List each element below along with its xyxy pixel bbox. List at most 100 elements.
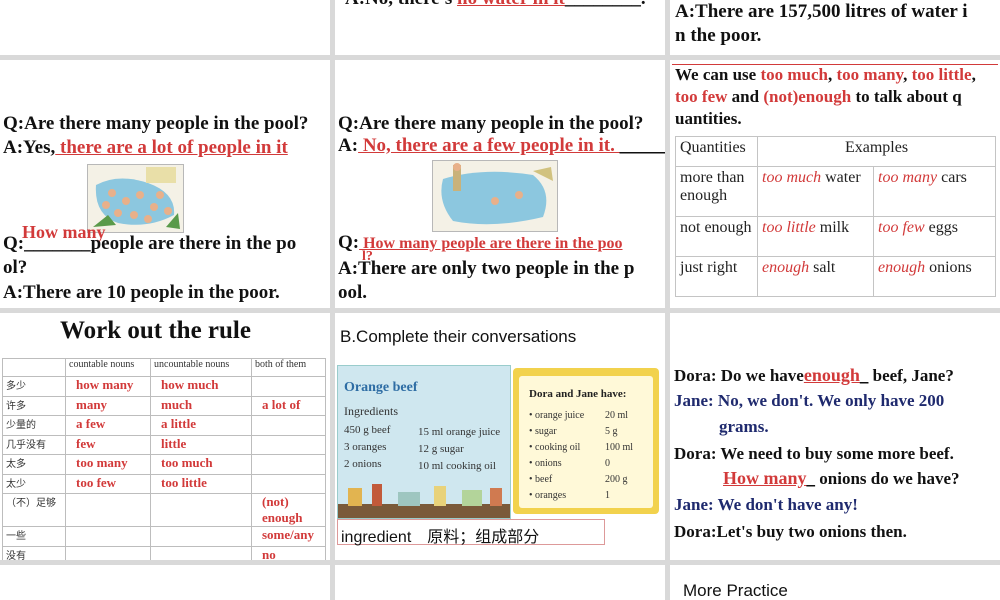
slide3-intro-line2: too few and (not)enough to talk about q <box>675 87 962 107</box>
have-item: • sugar 5 g <box>529 426 639 437</box>
intro-segment: too few <box>675 87 728 106</box>
rule-row: 太少 too few too little <box>2 473 326 494</box>
intro-segment: too little <box>911 65 972 84</box>
have-item: • onions 0 <box>529 458 639 469</box>
top-left-panel <box>0 0 330 55</box>
intro-segment: , <box>828 65 837 84</box>
have-item-qty: 200 g <box>605 474 628 485</box>
both-answer: some/any <box>251 526 326 547</box>
have-item-qty: 100 ml <box>605 442 634 453</box>
recipe-ingredient: 3 oranges <box>344 441 387 453</box>
examples-header: Examples <box>757 136 996 167</box>
example-cell: too many cars <box>873 166 996 217</box>
countable-answer <box>65 493 151 527</box>
slide-pool-many: Q:Are there many people in the pool? A:Y… <box>0 60 330 308</box>
slide1-question: Q:Are there many people in the pool? <box>3 113 309 134</box>
intro-segment: too many <box>836 65 904 84</box>
rule-header <box>2 358 66 377</box>
uncountable-answer: little <box>150 434 252 455</box>
rule-label: 没有 <box>2 545 66 560</box>
have-item-qty: 1 <box>605 490 610 501</box>
slide2-question: Q:Are there many people in the pool? <box>338 113 644 134</box>
recipe-title: Orange beef <box>344 380 418 395</box>
rule-row: （不）足够 (not) enough <box>2 493 326 527</box>
example-cell: too little milk <box>757 216 874 257</box>
intro-segment: We can use <box>675 65 761 84</box>
rule-header: uncountable nouns <box>150 358 252 377</box>
have-item-qty: 5 g <box>605 426 618 437</box>
dialogue-line1: Dora: Do we haveenough_ beef, Jane? <box>674 365 954 385</box>
have-item-name: • orange juice <box>529 410 585 421</box>
have-item-name: • onions <box>529 458 562 469</box>
intro-segment: and <box>727 87 764 106</box>
quantity-label: just right <box>675 256 758 297</box>
recipe-card: Orange beef Ingredients 450 g beef 3 oran… <box>337 365 511 519</box>
have-item-name: • sugar <box>529 426 557 437</box>
intro-segment: , <box>903 65 912 84</box>
countable-answer: how many <box>65 376 151 397</box>
countable-answer: too few <box>65 473 151 494</box>
recipe-ingredient: 15 ml orange juice <box>418 426 501 438</box>
bottom-left-panel <box>0 565 330 600</box>
both-answer <box>251 473 326 494</box>
quantities-table: Quantities Examples more than enough too… <box>675 136 996 297</box>
rule-row: 没有 no <box>2 545 326 560</box>
rule-row: 几乎没有 few little <box>2 434 326 455</box>
slide2-question2: Q: How many people are there in the poo <box>338 232 623 253</box>
both-answer <box>251 454 326 475</box>
uncountable-answer: much <box>150 395 252 416</box>
intro-segment: too much <box>760 65 829 84</box>
example-cell: enough onions <box>873 256 996 297</box>
bottom-middle-panel <box>335 565 665 600</box>
rule-label: 许多 <box>2 395 66 416</box>
example-cell: enough salt <box>757 256 874 297</box>
both-answer: a lot of <box>251 395 326 416</box>
dialogue-line2: Jane: No, we don't. We only have 200 <box>674 391 945 410</box>
kitchen-jars-illustration <box>338 484 510 518</box>
rule-row: 许多 many much a lot of <box>2 395 326 416</box>
both-answer: no <box>251 545 326 560</box>
slide-quantities: We can use too much, too many, too littl… <box>670 60 1000 308</box>
top-middle-panel: A:No, there's no water in it________. <box>335 0 665 55</box>
example-cell: too few eggs <box>873 216 996 257</box>
have-item: • oranges 1 <box>529 490 639 501</box>
slide-complete-conversations: B.Complete their conversations Orange be… <box>335 313 665 560</box>
slide1-answer: A:Yes, there are a lot of people in it <box>3 137 288 158</box>
uncountable-answer: too much <box>150 454 252 475</box>
countable-answer: too many <box>65 454 151 475</box>
countable-answer: a few <box>65 415 151 436</box>
rule-label: 太多 <box>2 454 66 475</box>
have-item-qty: 0 <box>605 458 610 469</box>
uncountable-answer <box>150 493 252 527</box>
rule-label: 太少 <box>2 473 66 494</box>
slide2-answer: A: No, there are a few people in it. ___… <box>338 135 665 156</box>
dialogue-line3: Dora: We need to buy some more beef. <box>674 444 954 463</box>
slide-dora-jane-dialogue: Dora: Do we haveenough_ beef, Jane? Jane… <box>670 313 1000 560</box>
slide3-intro-line3: uantities. <box>675 109 742 128</box>
quantity-label: not enough <box>675 216 758 257</box>
slide-pool-few: Q:Are there many people in the pool? A: … <box>335 60 665 308</box>
quantity-label: more than enough <box>675 166 758 217</box>
countable-answer <box>65 526 151 547</box>
recipe-ingredient: 10 ml cooking oil <box>418 460 496 472</box>
rule-label: 几乎没有 <box>2 434 66 455</box>
vocab-text: ingredient 原料；组成部分 <box>341 529 540 546</box>
both-answer <box>251 376 326 397</box>
have-item-name: • cooking oil <box>529 442 581 453</box>
rule-label: 多少 <box>2 376 66 397</box>
rule-label: 一些 <box>2 526 66 547</box>
have-item-qty: 20 ml <box>605 410 629 421</box>
slide1-answer2: A:There are 10 people in the poor. <box>3 282 280 303</box>
uncountable-answer: too little <box>150 473 252 494</box>
slide-work-out-rule: Work out the rule countable nouns uncoun… <box>0 313 330 560</box>
recipe-ingredient: 12 g sugar <box>418 443 464 455</box>
intro-segment: , <box>971 65 976 84</box>
rule-row: 太多 too many too much <box>2 454 326 475</box>
intro-segment: to talk about q <box>851 87 962 106</box>
dialogue-line6: Dora:Let's buy two onions then. <box>674 522 907 541</box>
uncountable-answer <box>150 545 252 560</box>
rule-row: 多少 how many how much <box>2 376 326 397</box>
dialogue-line5: Jane: We don't have any! <box>674 495 858 514</box>
slide1-question2-cont: ol? <box>3 257 28 278</box>
example-cell: too much water <box>757 166 874 217</box>
